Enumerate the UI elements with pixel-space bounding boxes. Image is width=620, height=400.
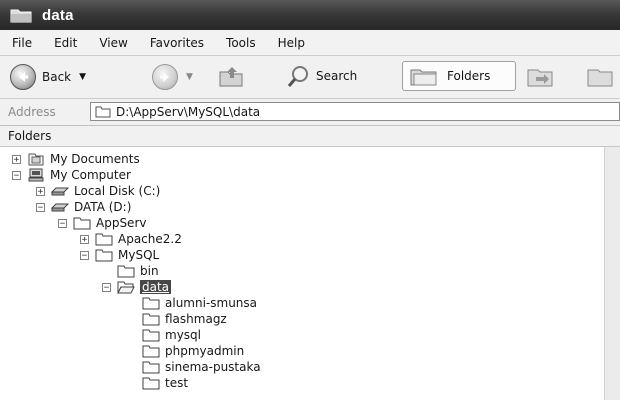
up-folder-button[interactable]	[218, 64, 244, 88]
tree-item-my-documents[interactable]: + My Documents	[12, 151, 140, 167]
copy-to-icon	[587, 69, 613, 87]
menu-file[interactable]: File	[12, 36, 32, 50]
folder-icon	[117, 265, 135, 278]
address-field[interactable]: D:\AppServ\MySQL\data	[90, 102, 620, 121]
folder-icon	[95, 233, 113, 246]
folder-icon	[10, 9, 32, 23]
tree-label: My Computer	[50, 168, 131, 182]
forward-dropdown-icon[interactable]: ▼	[186, 72, 193, 82]
address-label: Address	[8, 105, 56, 119]
collapse-icon[interactable]: −	[58, 218, 67, 228]
folder-icon	[142, 361, 160, 374]
back-arrow-icon	[10, 64, 36, 90]
toolbar: Back ▼ ▼ Search Folders	[0, 56, 620, 99]
tree-label: sinema-pustaka	[165, 360, 261, 374]
tree-item-mysql[interactable]: − MySQL	[80, 247, 159, 263]
tree-item-mysql-db[interactable]: mysql	[142, 327, 201, 343]
collapse-icon[interactable]: −	[12, 170, 21, 180]
collapse-icon[interactable]: −	[80, 250, 89, 260]
address-bar: Address D:\AppServ\MySQL\data	[0, 99, 620, 126]
vertical-scrollbar[interactable]	[604, 147, 620, 400]
collapse-icon[interactable]: −	[102, 282, 111, 292]
folder-icon	[142, 297, 160, 310]
tree-item-flashmagz[interactable]: flashmagz	[142, 311, 227, 327]
tree-item-sinema-pustaka[interactable]: sinema-pustaka	[142, 359, 261, 375]
title-bar: data	[0, 0, 620, 30]
tree-label: Apache2.2	[118, 232, 182, 246]
expand-icon[interactable]: +	[36, 186, 45, 196]
folder-tree: + My Documents − My Computer + Local Dis…	[0, 147, 603, 400]
tree-label: My Documents	[50, 152, 140, 166]
tree-item-my-computer[interactable]: − My Computer	[12, 167, 131, 183]
tree-item-data-drive[interactable]: − DATA (D:)	[36, 199, 131, 215]
menu-view[interactable]: View	[99, 36, 127, 50]
tree-label: bin	[140, 264, 159, 278]
search-button[interactable]: Search	[286, 64, 357, 88]
tree-item-test[interactable]: test	[142, 375, 188, 391]
folder-icon	[73, 217, 91, 230]
tree-item-bin[interactable]: bin	[117, 263, 159, 279]
menu-favorites[interactable]: Favorites	[150, 36, 204, 50]
folders-button[interactable]: Folders	[402, 61, 516, 91]
tree-label: Local Disk (C:)	[74, 184, 161, 198]
folder-icon	[142, 313, 160, 326]
my-documents-icon	[28, 153, 44, 166]
folder-icon	[142, 345, 160, 358]
tree-label: phpmyadmin	[165, 344, 245, 358]
back-button[interactable]: Back ▼	[10, 64, 86, 90]
expand-icon[interactable]: +	[12, 154, 21, 164]
copy-to-button[interactable]	[586, 64, 614, 88]
open-folder-icon	[117, 281, 135, 294]
move-to-button[interactable]	[526, 64, 554, 88]
tree-item-apache[interactable]: + Apache2.2	[80, 231, 182, 247]
folders-icon	[410, 69, 437, 86]
window-title: data	[42, 6, 74, 24]
tree-label: DATA (D:)	[74, 200, 132, 214]
hard-drive-icon	[51, 203, 69, 212]
tree-label-selected: data	[140, 280, 172, 294]
collapse-icon[interactable]: −	[36, 202, 45, 212]
menu-bar: File Edit View Favorites Tools Help	[0, 30, 620, 56]
forward-arrow-icon	[152, 64, 178, 90]
menu-help[interactable]: Help	[278, 36, 305, 50]
search-icon	[287, 66, 308, 87]
back-dropdown-icon[interactable]: ▼	[79, 72, 86, 82]
tree-label: flashmagz	[165, 312, 227, 326]
tree-item-alumni-smunsa[interactable]: alumni-smunsa	[142, 295, 257, 311]
tree-label: test	[165, 376, 189, 390]
tree-label: MySQL	[118, 248, 160, 262]
folder-icon	[142, 377, 160, 390]
back-label: Back	[42, 70, 72, 84]
address-value: D:\AppServ\MySQL\data	[116, 104, 261, 119]
search-label: Search	[316, 69, 358, 83]
hard-drive-icon	[51, 187, 69, 196]
tree-item-appserv[interactable]: − AppServ	[58, 215, 146, 231]
tree-label: mysql	[165, 328, 201, 342]
tree-item-local-disk[interactable]: + Local Disk (C:)	[36, 183, 160, 199]
folder-icon	[142, 329, 160, 342]
folders-label: Folders	[447, 69, 491, 83]
move-to-icon	[527, 69, 553, 87]
forward-button[interactable]: ▼	[152, 64, 193, 90]
folders-pane-title: Folders	[8, 129, 52, 143]
tree-item-data[interactable]: − data	[102, 279, 172, 295]
folders-pane-header: Folders	[0, 126, 620, 147]
folder-icon	[95, 106, 111, 117]
menu-tools[interactable]: Tools	[226, 36, 256, 50]
expand-icon[interactable]: +	[80, 234, 89, 244]
menu-edit[interactable]: Edit	[54, 36, 77, 50]
tree-label: AppServ	[96, 216, 147, 230]
up-folder-icon	[219, 67, 243, 87]
tree-label: alumni-smunsa	[165, 296, 258, 310]
computer-icon	[28, 168, 44, 182]
folder-icon	[95, 249, 113, 262]
tree-item-phpmyadmin[interactable]: phpmyadmin	[142, 343, 244, 359]
